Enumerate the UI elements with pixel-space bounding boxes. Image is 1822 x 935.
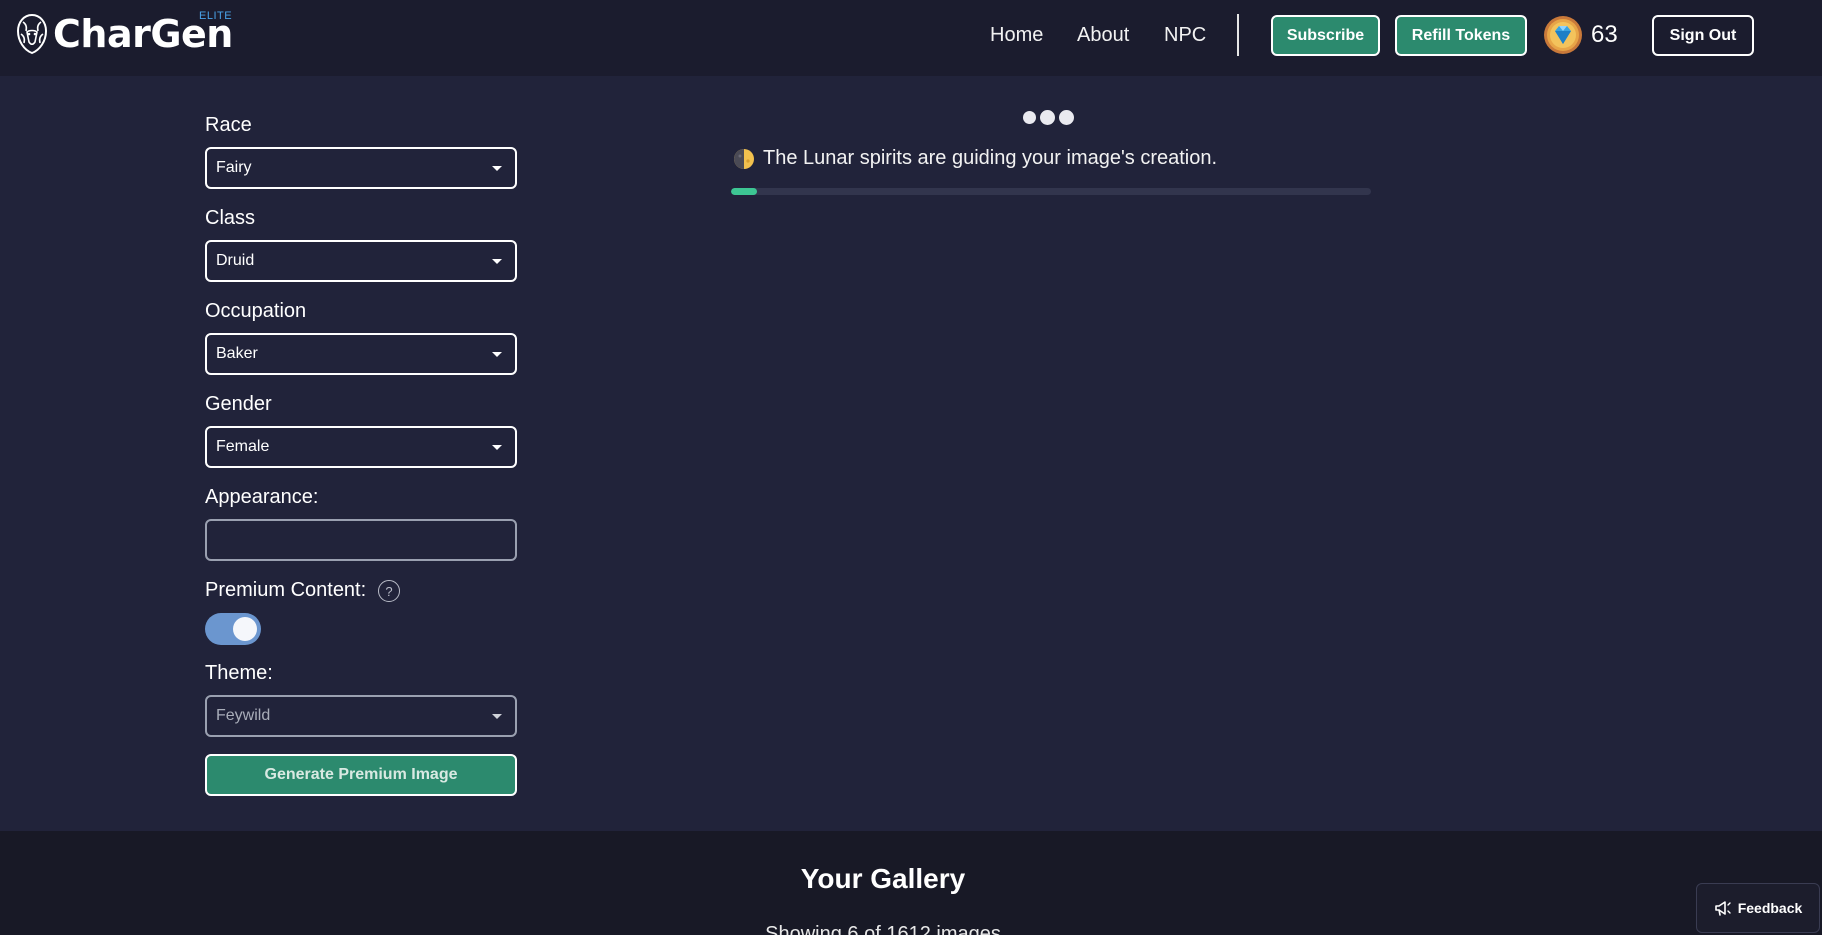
feedback-button[interactable]: Feedback [1696,883,1820,933]
caret-down-icon [492,352,502,357]
race-select[interactable]: Fairy [205,147,517,189]
theme-label: Theme: [205,662,273,684]
theme-select-value: Feywild [216,707,271,724]
gallery-section: Your Gallery Showing 6 of 1612 images [0,831,1822,935]
lion-head-icon [16,13,48,55]
class-select[interactable]: Druid [205,240,517,282]
loading-dot [1040,110,1055,125]
sign-out-button[interactable]: Sign Out [1652,15,1754,56]
toggle-knob [233,617,257,641]
premium-content-label: Premium Content: [205,579,367,601]
megaphone-icon [1714,901,1731,916]
caret-down-icon [492,714,502,719]
appearance-label: Appearance: [205,486,319,508]
loading-dots [1023,110,1074,125]
occupation-select[interactable]: Baker [205,333,517,375]
status-text: The Lunar spirits are guiding your image… [763,147,1218,169]
class-select-value: Druid [216,252,255,269]
race-label: Race [205,114,252,136]
generation-progress-bar [731,188,1371,195]
gem-token-icon [1544,16,1582,54]
gallery-count: Showing 6 of 1612 images [765,923,1001,935]
token-balance: 63 [1543,15,1618,55]
help-icon[interactable]: ? [378,580,400,602]
nav-divider [1237,14,1239,56]
theme-select[interactable]: Feywild [205,695,517,737]
generation-status: The Lunar spirits are guiding your image… [733,147,1217,170]
gender-select-value: Female [216,438,270,455]
gender-label: Gender [205,393,272,415]
nav-about[interactable]: About [1077,24,1129,47]
caret-down-icon [492,166,502,171]
class-label: Class [205,207,256,229]
premium-content-toggle[interactable] [205,613,261,645]
caret-down-icon [492,259,502,264]
progress-fill [731,188,757,195]
refill-tokens-button[interactable]: Refill Tokens [1395,15,1527,56]
appearance-input[interactable] [205,519,517,561]
loading-dot [1023,111,1036,124]
feedback-label: Feedback [1737,900,1803,916]
token-count: 63 [1591,21,1618,48]
elite-badge: ELITE [199,10,233,22]
loading-dot [1059,110,1074,125]
gender-select[interactable]: Female [205,426,517,468]
gallery-title: Your Gallery [800,863,966,894]
occupation-label: Occupation [205,300,307,322]
moon-phase-icon [734,148,754,169]
race-select-value: Fairy [216,159,252,176]
subscribe-button[interactable]: Subscribe [1271,15,1380,56]
generate-premium-image-button[interactable]: Generate Premium Image [205,754,517,796]
nav-home[interactable]: Home [990,24,1043,47]
caret-down-icon [492,445,502,450]
top-navbar: CharGen ELITE Home About NPC Subscribe R… [0,0,1822,76]
nav-npc[interactable]: NPC [1164,24,1206,47]
occupation-select-value: Baker [216,345,258,362]
